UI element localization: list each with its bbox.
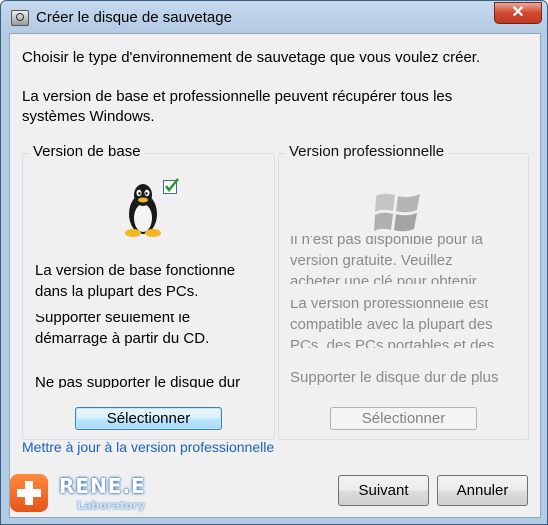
pro-version-label: Version professionnelle bbox=[285, 143, 449, 160]
basic-desc-3a: Ne pas supporter le disque dur bbox=[35, 374, 241, 388]
logo-subtitle: Laboratory bbox=[77, 499, 146, 512]
checkmark-icon bbox=[163, 178, 179, 194]
pro-desc-2c: PCs, des PCs portables et des bbox=[290, 337, 495, 348]
basic-desc-1a: La version de base fonctionne bbox=[35, 262, 236, 279]
cancel-button[interactable]: Annuler bbox=[437, 475, 528, 506]
pro-version-group: Version professionnelle Il n'est pas dis… bbox=[278, 143, 529, 440]
next-button[interactable]: Suivant bbox=[338, 475, 429, 506]
pro-desc-1: Il n'est pas disponible pour la version … bbox=[290, 236, 522, 284]
intro-text-2b: systèmes Windows. bbox=[22, 108, 155, 125]
close-button[interactable]: ✕ bbox=[494, 2, 542, 24]
pro-desc-3a: Supporter le disque dur de plus bbox=[290, 369, 499, 386]
pro-desc-2a: La version professionnelle est bbox=[290, 300, 489, 312]
basic-select-button[interactable]: Sélectionner bbox=[75, 407, 222, 430]
intro-text-2a: La version de base et professionnelle pe… bbox=[22, 88, 453, 105]
app-icon bbox=[11, 10, 29, 26]
logo-name: RENE.E bbox=[59, 474, 146, 498]
basic-desc-3: Ne pas supporter le disque dur bbox=[35, 372, 265, 388]
basic-desc-2: Supporter seulement le démarrage à parti… bbox=[35, 314, 265, 354]
basic-version-label: Version de base bbox=[29, 143, 145, 160]
rene-logo-icon bbox=[10, 474, 48, 512]
pro-desc-2b: compatible avec la plupart des bbox=[290, 316, 493, 333]
basic-desc-1b: dans la plupart des PCs. bbox=[35, 283, 199, 300]
pro-desc-1a: Il n'est pas disponible pour la bbox=[290, 236, 483, 248]
basic-desc-2a: Supporter seulement le bbox=[35, 314, 191, 326]
window-title: Créer le disque de sauvetage bbox=[36, 9, 232, 26]
basic-desc-1: La version de base fonctionne dans la pl… bbox=[35, 260, 265, 302]
windows-logo-icon bbox=[374, 193, 420, 232]
dialog-window: Créer le disque de sauvetage ✕ Choisir l… bbox=[0, 0, 548, 525]
pro-select-button[interactable]: Sélectionner bbox=[330, 407, 477, 430]
upgrade-link[interactable]: Mettre à jour à la version professionnel… bbox=[22, 439, 274, 455]
pro-desc-1b: version gratuite. Veuillez bbox=[290, 252, 453, 269]
title-bar[interactable]: Créer le disque de sauvetage ✕ bbox=[1, 1, 547, 33]
intro-text: Choisir le type d'environnement de sauve… bbox=[22, 49, 481, 66]
dialog-content: Choisir le type d'environnement de sauve… bbox=[9, 33, 541, 518]
basic-version-group: Version de base La version de base fonct… bbox=[22, 143, 275, 440]
pro-desc-1c: acheter une clé pour obtenir bbox=[290, 273, 477, 284]
basic-desc-2b: démarrage à partir du CD. bbox=[35, 330, 210, 347]
pro-desc-2: La version professionnelle est compatibl… bbox=[290, 300, 522, 348]
pro-desc-3: Supporter le disque dur de plus bbox=[290, 367, 522, 389]
